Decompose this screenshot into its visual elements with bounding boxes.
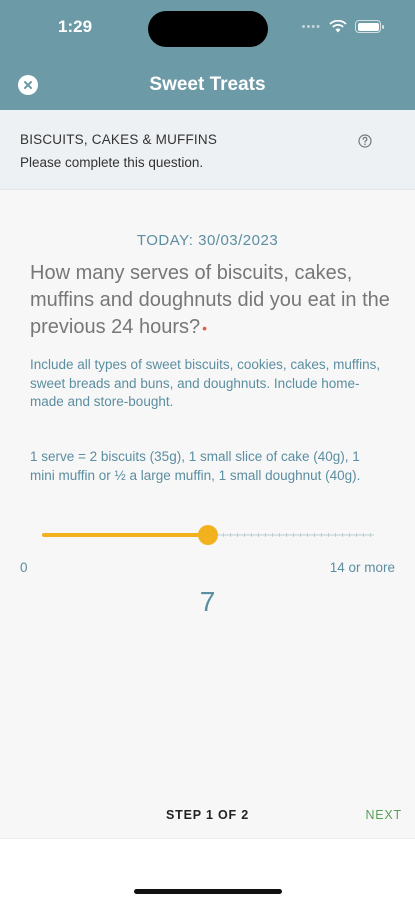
help-icon[interactable] (358, 134, 372, 148)
slider-thumb[interactable] (198, 525, 218, 545)
serves-slider[interactable] (42, 523, 374, 547)
battery-icon (355, 20, 384, 33)
question-body: TODAY: 30/03/2023 How many serves of bis… (0, 190, 415, 838)
dynamic-island (148, 11, 268, 47)
slider-max-label: 14 or more (329, 560, 395, 575)
instruction-text: Include all types of sweet biscuits, coo… (30, 357, 381, 409)
home-indicator[interactable] (134, 889, 282, 894)
slider-min-label: 0 (20, 560, 28, 575)
required-marker: • (202, 320, 208, 336)
section-subtitle: Please complete this question. (20, 155, 204, 170)
step-indicator: STEP 1 OF 2 (166, 808, 249, 822)
status-icons: •••• (301, 20, 384, 33)
slider-value: 7 (199, 586, 216, 617)
question-text: How many serves of biscuits, cakes, muff… (30, 260, 390, 342)
page-title: Sweet Treats (149, 74, 266, 95)
today-date: TODAY: 30/03/2023 (136, 232, 279, 249)
serve-info-text: 1 serve = 2 biscuits (35g), 1 small slic… (30, 449, 361, 483)
question-banner: BISCUITS, CAKES & MUFFINS Please complet… (0, 110, 415, 190)
question-label: How many serves of biscuits, cakes, muff… (30, 262, 390, 338)
next-button[interactable]: NEXT (365, 808, 402, 822)
section-title: BISCUITS, CAKES & MUFFINS (20, 132, 218, 147)
app-header: 1:29 •••• Sweet Treats (0, 0, 415, 110)
bottom-bar (0, 838, 415, 900)
status-time: 1:29 (58, 17, 93, 36)
wifi-icon (329, 20, 347, 33)
slider-fill (42, 533, 208, 537)
signal-dots-icon: •••• (301, 20, 321, 33)
